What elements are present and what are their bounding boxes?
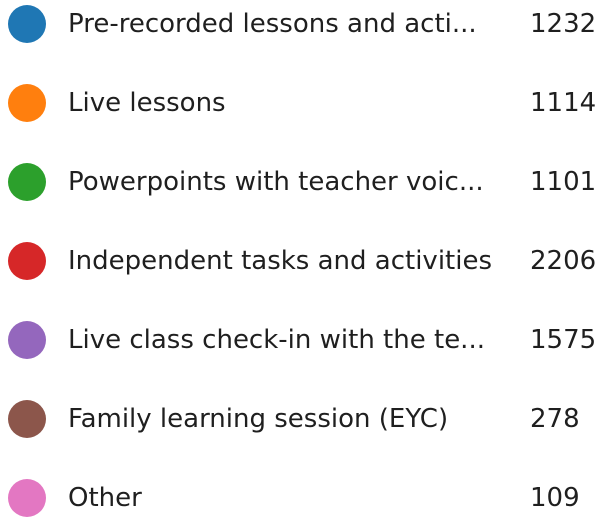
legend-dot-icon [8, 84, 46, 122]
legend-item-count: 278 [530, 404, 580, 434]
legend-item-label: Live lessons [68, 88, 226, 118]
legend-dot-icon [8, 163, 46, 201]
legend-item-label: Independent tasks and activities [68, 246, 492, 276]
legend-item-live-lessons[interactable]: Live lessons 1114 [0, 81, 603, 125]
legend-item-count: 1232 [530, 9, 597, 39]
legend-item-count: 109 [530, 483, 580, 513]
legend-item-count: 1575 [530, 325, 597, 355]
legend-item-label: Live class check-in with the te... [68, 325, 485, 355]
legend-item-label: Other [68, 483, 142, 513]
legend-dot-icon [8, 5, 46, 43]
legend-list: Pre-recorded lessons and acti... 1232 Li… [0, 0, 603, 517]
legend-item-count: 2206 [530, 246, 597, 276]
legend-item-independent-tasks[interactable]: Independent tasks and activities 2206 [0, 239, 603, 283]
legend-item-count: 1101 [530, 167, 597, 197]
legend-dot-icon [8, 321, 46, 359]
legend-item-family-learning[interactable]: Family learning session (EYC) 278 [0, 397, 603, 441]
legend-dot-icon [8, 242, 46, 280]
legend-item-label: Powerpoints with teacher voic... [68, 167, 484, 197]
legend-item-other[interactable]: Other 109 [0, 476, 603, 520]
legend-item-pre-recorded[interactable]: Pre-recorded lessons and acti... 1232 [0, 2, 603, 46]
legend-item-count: 1114 [530, 88, 597, 118]
legend-item-label: Pre-recorded lessons and acti... [68, 9, 477, 39]
legend-item-live-class-check-in[interactable]: Live class check-in with the te... 1575 [0, 318, 603, 362]
legend-dot-icon [8, 400, 46, 438]
legend-item-label: Family learning session (EYC) [68, 404, 449, 434]
legend-dot-icon [8, 479, 46, 517]
legend-item-powerpoints[interactable]: Powerpoints with teacher voic... 1101 [0, 160, 603, 204]
